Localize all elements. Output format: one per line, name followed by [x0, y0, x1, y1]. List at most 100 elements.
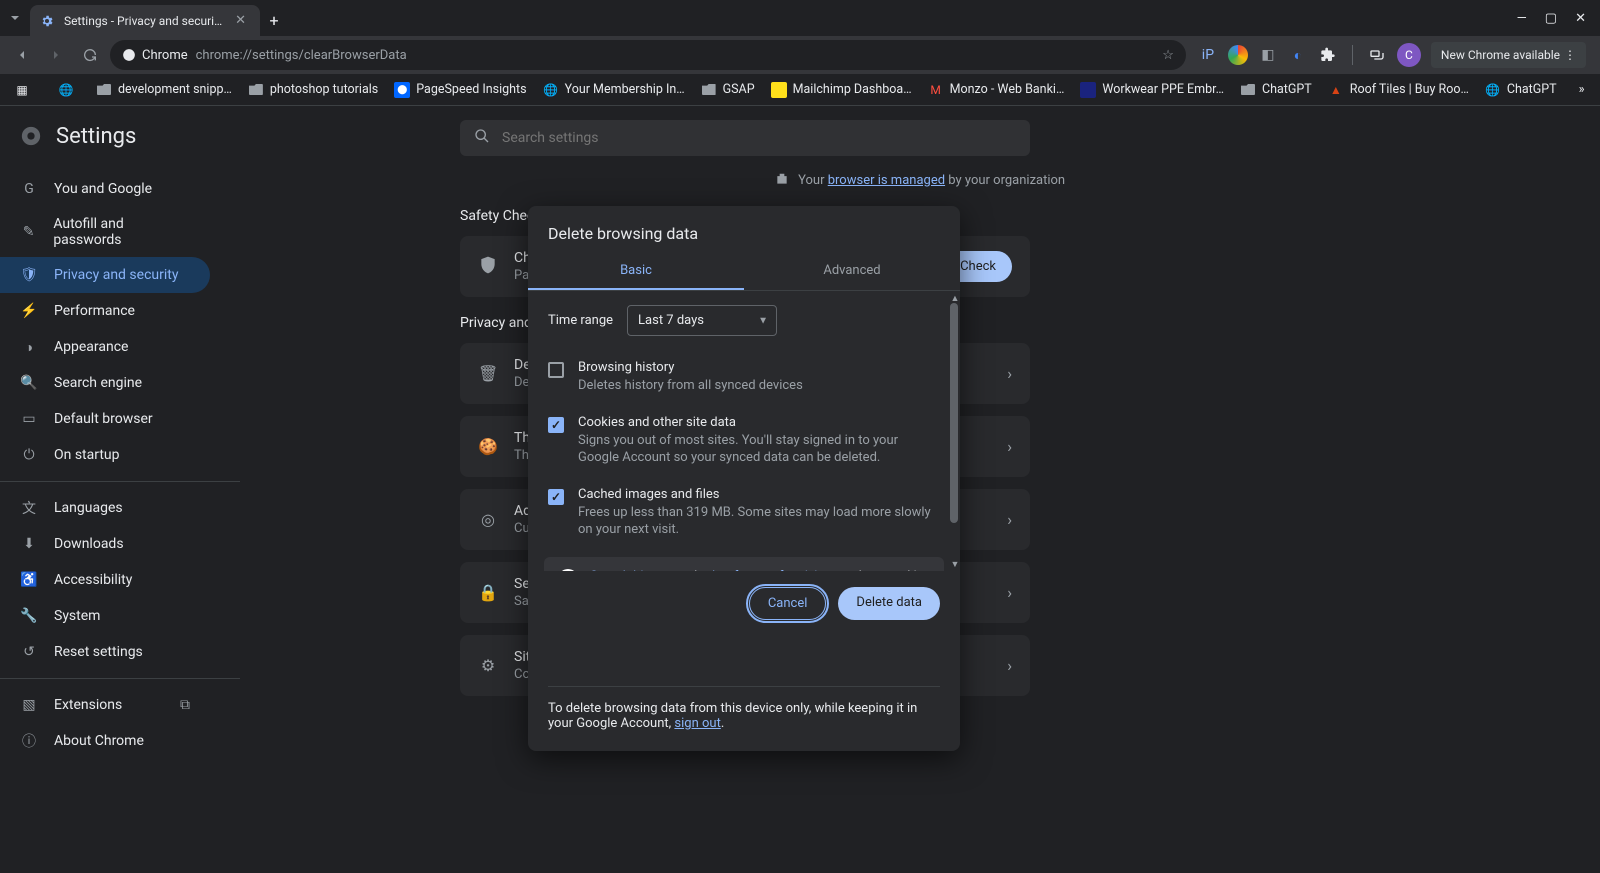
checkbox[interactable] [548, 362, 564, 378]
scrollbar-thumb[interactable] [950, 303, 958, 523]
google-g-icon: G [558, 569, 578, 571]
globe-icon: 🌐 [543, 82, 559, 98]
bookmark-item[interactable]: development snipp… [90, 78, 238, 102]
back-button[interactable] [8, 41, 36, 69]
dialog-tabs: Basic Advanced [528, 253, 960, 291]
bookmark-item[interactable]: GSAP [695, 78, 761, 102]
new-tab-button[interactable]: + [260, 5, 288, 36]
bookmark-label: Mailchimp Dashboa… [793, 82, 912, 97]
checkbox[interactable] [548, 489, 564, 505]
bookmarks-overflow[interactable]: » [1571, 82, 1593, 97]
delete-browsing-data-dialog: Delete browsing data Basic Advanced ▲ ▼ … [528, 206, 960, 751]
bookmark-label: development snipp… [118, 82, 232, 97]
monzo-icon: M [928, 82, 944, 98]
dialog-scroll-area: ▲ ▼ Time range Last 7 days ▼ Browsing hi… [528, 291, 960, 571]
bookmark-label: photoshop tutorials [270, 82, 378, 97]
chevron-down-icon: ▼ [758, 315, 768, 326]
bookmark-item[interactable]: Workwear PPE Embr… [1074, 78, 1230, 102]
bookmark-item[interactable]: 🌐 ChatGPT [1479, 78, 1563, 102]
globe-icon: 🌐 [58, 82, 74, 98]
window-maximize[interactable]: ▢ [1545, 11, 1557, 26]
bookmark-label: GSAP [723, 82, 755, 97]
update-chrome-button[interactable]: New Chrome available ⋮ [1431, 42, 1586, 68]
site-icon: ▲ [1328, 82, 1344, 98]
sign-out-link[interactable]: sign out [674, 716, 720, 731]
folder-icon [248, 82, 264, 98]
site-icon [1080, 82, 1096, 98]
browser-tab[interactable]: Settings - Privacy and security ✕ [30, 5, 260, 36]
time-range-label: Time range [548, 313, 613, 328]
bookmark-item[interactable]: ⬤ PageSpeed Insights [388, 78, 532, 102]
bookmark-star-icon[interactable]: ☆ [1162, 48, 1174, 63]
dialog-footer: To delete browsing data from this device… [528, 687, 960, 751]
titlebar: Settings - Privacy and security ✕ + — ▢ … [0, 0, 1600, 36]
delete-data-button[interactable]: Delete data [838, 587, 940, 620]
tab-title: Settings - Privacy and security [64, 14, 223, 28]
option-description: Deletes history from all synced devices [578, 377, 803, 395]
bookmark-item[interactable]: ▲ Roof Tiles | Buy Roo… [1322, 78, 1475, 102]
window-minimize[interactable]: — [1517, 11, 1527, 26]
forward-button[interactable] [42, 41, 70, 69]
media-control-icon[interactable] [1367, 45, 1387, 65]
tab-search-dropdown[interactable] [0, 0, 30, 36]
dialog-title: Delete browsing data [528, 206, 960, 253]
ext-icon-2[interactable] [1228, 45, 1248, 65]
folder-icon [96, 82, 112, 98]
option-title: Browsing history [578, 360, 803, 375]
window-controls: — ▢ ✕ [1503, 0, 1600, 36]
bookmark-item[interactable]: 🌐 [52, 78, 86, 102]
kebab-menu-icon: ⋮ [1564, 48, 1576, 62]
globe-icon: 🌐 [1485, 82, 1501, 98]
tab-basic[interactable]: Basic [528, 253, 744, 290]
scrollbar[interactable] [950, 291, 958, 571]
tab-advanced[interactable]: Advanced [744, 253, 960, 290]
bookmark-item[interactable]: photoshop tutorials [242, 78, 384, 102]
bookmark-label: Workwear PPE Embr… [1102, 82, 1224, 97]
bookmark-label: Roof Tiles | Buy Roo… [1350, 82, 1469, 97]
option-title: Cookies and other site data [578, 415, 940, 430]
bookmark-label: PageSpeed Insights [416, 82, 526, 97]
extensions-puzzle-icon[interactable] [1318, 45, 1338, 65]
search-history-link[interactable]: Search history [590, 569, 672, 571]
bookmark-item[interactable]: M Monzo - Web Banki… [922, 78, 1071, 102]
ext-icon-3[interactable]: ◧ [1258, 45, 1278, 65]
pagespeed-icon: ⬤ [394, 82, 410, 98]
clear-data-option: Cached images and files Frees up less tha… [528, 477, 960, 549]
extension-icons: iP ◧ ◐ C New Chrome available ⋮ [1192, 42, 1592, 68]
time-range-row: Time range Last 7 days ▼ [528, 291, 960, 350]
folder-icon [1240, 82, 1256, 98]
window-close[interactable]: ✕ [1575, 11, 1586, 26]
bookmark-item[interactable]: 🌐 Your Membership In… [537, 78, 691, 102]
bookmark-label: Monzo - Web Banki… [950, 82, 1065, 97]
clear-data-option: Cookies and other site data Signs you out… [528, 405, 960, 477]
bookmark-item[interactable]: ChatGPT [1234, 78, 1318, 102]
site-chip: Chrome [122, 48, 188, 63]
tab-close-icon[interactable]: ✕ [231, 13, 250, 28]
browser-toolbar: Chrome chrome://settings/clearBrowserDat… [0, 36, 1600, 74]
ext-icon-4[interactable]: ◐ [1288, 45, 1308, 65]
settings-page: Settings GYou and Google✎Autofill and pa… [0, 106, 1600, 873]
scroll-down-icon[interactable]: ▼ [950, 559, 960, 569]
clear-data-option: Browsing history Deletes history from all… [528, 350, 960, 405]
option-description: Signs you out of most sites. You'll stay… [578, 432, 940, 467]
bookmarks-bar: ▦ 🌐 development snipp… photoshop tutorials… [0, 74, 1600, 106]
address-bar[interactable]: Chrome chrome://settings/clearBrowserDat… [110, 40, 1186, 70]
dialog-actions: Cancel Delete data [528, 571, 960, 636]
google-account-notice: G Search history and other forms of acti… [544, 557, 944, 571]
bookmark-item[interactable]: Mailchimp Dashboa… [765, 78, 918, 102]
option-description: Frees up less than 319 MB. Some sites ma… [578, 504, 940, 539]
reload-button[interactable] [76, 41, 104, 69]
time-range-select[interactable]: Last 7 days ▼ [627, 305, 777, 336]
bookmark-label: ChatGPT [1507, 82, 1557, 97]
option-title: Cached images and files [578, 487, 940, 502]
ext-icon-1[interactable]: iP [1198, 45, 1218, 65]
cancel-button[interactable]: Cancel [749, 587, 827, 620]
mailchimp-icon [771, 82, 787, 98]
checkbox[interactable] [548, 417, 564, 433]
settings-favicon-icon [40, 13, 56, 29]
bookmark-label: Your Membership In… [565, 82, 685, 97]
apps-grid-icon[interactable]: ▦ [8, 78, 36, 102]
activity-link[interactable]: other forms of activity [700, 569, 827, 571]
url-text: chrome://settings/clearBrowserData [196, 48, 407, 63]
profile-avatar[interactable]: C [1397, 43, 1421, 67]
